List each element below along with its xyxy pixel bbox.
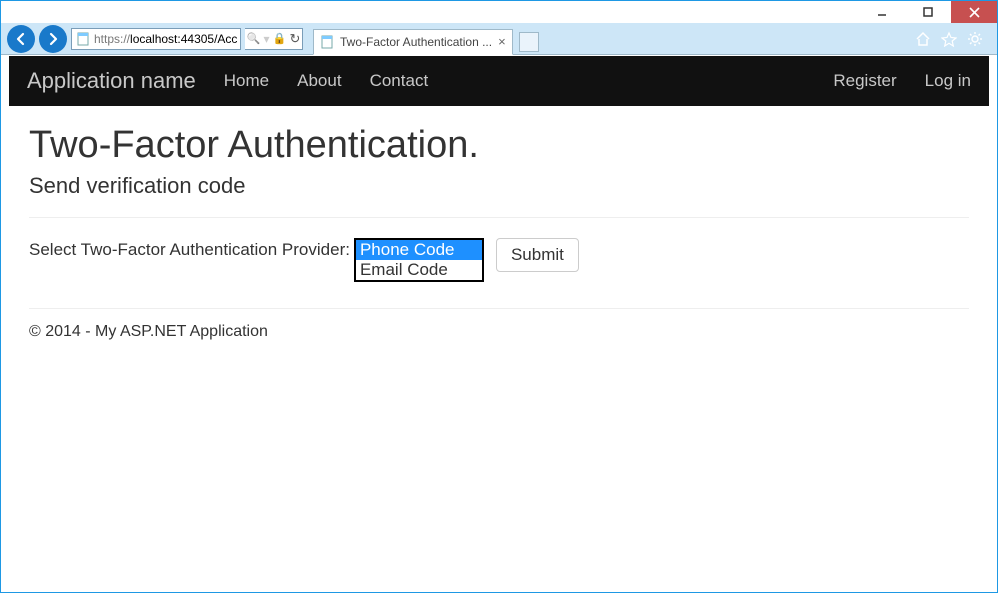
- nav-about[interactable]: About: [297, 71, 341, 91]
- provider-select[interactable]: Phone Code Email Code: [354, 238, 484, 282]
- provider-form-row: Select Two-Factor Authentication Provide…: [29, 238, 969, 282]
- page-title: Two-Factor Authentication.: [29, 124, 969, 167]
- submit-button[interactable]: Submit: [496, 238, 579, 272]
- provider-option-phone[interactable]: Phone Code: [356, 240, 482, 260]
- address-bar-controls: 🔍 ▾ 🔒 ↻: [245, 28, 303, 50]
- nav-login[interactable]: Log in: [925, 71, 971, 91]
- search-icon[interactable]: 🔍: [247, 32, 261, 45]
- browser-toolbar: https://localhost:44305/Acc 🔍 ▾ 🔒 ↻ Two-…: [1, 23, 997, 55]
- close-button[interactable]: [951, 1, 997, 23]
- brand[interactable]: Application name: [27, 68, 196, 94]
- tab-title: Two-Factor Authentication ...: [340, 35, 492, 49]
- maximize-button[interactable]: [905, 1, 951, 23]
- footer-text: © 2014 - My ASP.NET Application: [29, 323, 969, 341]
- back-button[interactable]: [7, 25, 35, 53]
- tab-close-icon[interactable]: ×: [498, 34, 506, 49]
- minimize-button[interactable]: [859, 1, 905, 23]
- page-viewport: Application name Home About Contact Regi…: [9, 56, 989, 584]
- favicon-icon: [320, 35, 334, 49]
- nav-right: Register Log in: [833, 71, 971, 91]
- address-bar[interactable]: https://localhost:44305/Acc: [71, 28, 241, 50]
- new-tab-button[interactable]: [519, 32, 539, 52]
- browser-tab[interactable]: Two-Factor Authentication ... ×: [313, 29, 513, 55]
- page-subtitle: Send verification code: [29, 173, 969, 199]
- nav-register[interactable]: Register: [833, 71, 896, 91]
- divider: [29, 308, 969, 309]
- home-icon[interactable]: [915, 31, 931, 47]
- forward-button[interactable]: [39, 25, 67, 53]
- nav-home[interactable]: Home: [224, 71, 269, 91]
- favorites-icon[interactable]: [941, 31, 957, 47]
- tools-icon[interactable]: [967, 31, 983, 47]
- page-icon: [76, 32, 90, 46]
- browser-window: https://localhost:44305/Acc 🔍 ▾ 🔒 ↻ Two-…: [0, 0, 998, 593]
- site-navbar: Application name Home About Contact Regi…: [9, 56, 989, 106]
- divider: [29, 217, 969, 218]
- nav-contact[interactable]: Contact: [370, 71, 429, 91]
- nav-links: Home About Contact: [224, 71, 428, 91]
- window-titlebar: [1, 1, 997, 23]
- url-text: https://localhost:44305/Acc: [94, 32, 237, 46]
- page-body: Two-Factor Authentication. Send verifica…: [9, 106, 989, 359]
- browser-right-icons: [915, 31, 991, 47]
- provider-label: Select Two-Factor Authentication Provide…: [29, 238, 350, 260]
- refresh-icon[interactable]: ↻: [289, 31, 300, 47]
- lock-icon[interactable]: 🔒: [273, 32, 287, 45]
- provider-option-email[interactable]: Email Code: [356, 260, 482, 280]
